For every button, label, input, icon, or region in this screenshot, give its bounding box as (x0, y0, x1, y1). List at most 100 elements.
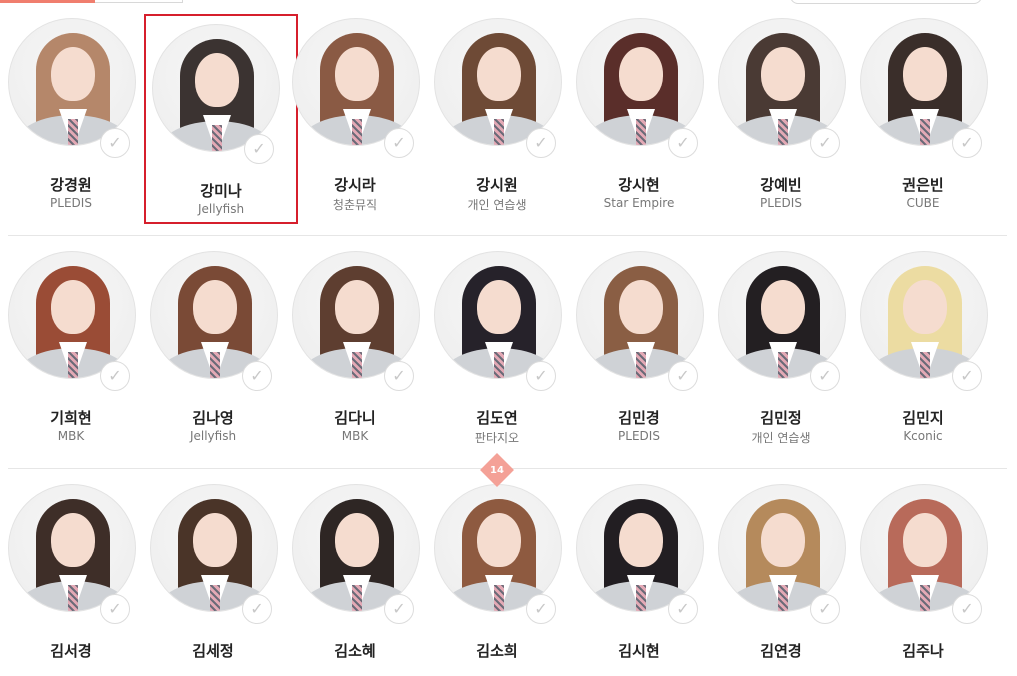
check-icon[interactable]: ✓ (100, 128, 130, 158)
trainee-card[interactable]: ✓ 김시현 (568, 466, 710, 676)
trainee-photo[interactable] (8, 18, 136, 146)
check-icon[interactable]: ✓ (526, 361, 556, 391)
trainee-card[interactable]: ✓ 강시라 청춘뮤직 (284, 0, 426, 212)
trainee-photo[interactable] (292, 251, 420, 379)
trainee-card[interactable]: ✓ 김다니 MBK (284, 233, 426, 443)
trainee-photo[interactable] (718, 484, 846, 612)
trainee-name: 김민지 (902, 409, 944, 427)
check-icon[interactable]: ✓ (100, 361, 130, 391)
check-icon[interactable]: ✓ (952, 128, 982, 158)
trainee-photo[interactable] (718, 251, 846, 379)
check-icon[interactable]: ✓ (668, 128, 698, 158)
trainee-face (903, 280, 947, 334)
trainee-photo[interactable] (292, 18, 420, 146)
trainee-face (619, 47, 663, 101)
trainee-agency: Kconic (903, 429, 943, 443)
trainee-agency: PLEDIS (618, 429, 660, 443)
trainee-card[interactable]: ✓ 김민경 PLEDIS (568, 233, 710, 443)
trainee-face (477, 47, 521, 101)
trainee-photo[interactable] (434, 484, 562, 612)
trainee-tie (636, 119, 646, 145)
trainee-photo[interactable] (150, 484, 278, 612)
check-icon[interactable]: ✓ (100, 594, 130, 624)
trainee-tie (68, 585, 78, 611)
trainee-name: 김도연 (476, 409, 518, 427)
trainee-photo[interactable] (860, 18, 988, 146)
trainee-face (761, 513, 805, 567)
check-icon[interactable]: ✓ (810, 361, 840, 391)
trainee-name: 강미나 (200, 182, 242, 200)
trainee-photo[interactable] (150, 251, 278, 379)
trainee-face (51, 47, 95, 101)
trainee-name: 김민경 (618, 409, 660, 427)
trainee-card[interactable]: ✓ 김서경 (0, 466, 142, 676)
trainee-card[interactable]: ✓ 강시원 개인 연습생 (426, 0, 568, 212)
trainee-face (619, 513, 663, 567)
trainee-name: 강시현 (618, 176, 660, 194)
trainee-card[interactable]: ✓ 김민지 Kconic (852, 233, 994, 443)
trainee-photo[interactable] (8, 251, 136, 379)
check-icon[interactable]: ✓ (952, 594, 982, 624)
trainee-photo[interactable] (8, 484, 136, 612)
trainee-card[interactable]: ✓ 김도연판타지오 (426, 233, 568, 445)
trainee-tie (210, 352, 220, 378)
trainee-face (903, 513, 947, 567)
check-icon[interactable]: ✓ (668, 361, 698, 391)
trainee-photo[interactable] (860, 484, 988, 612)
trainee-face (477, 513, 521, 567)
trainee-card[interactable]: ✓ 김소혜 (284, 466, 426, 676)
trainee-name: 김민정 (760, 409, 802, 427)
trainee-card[interactable]: ✓ 김소희 (426, 466, 568, 676)
check-icon[interactable]: ✓ (242, 594, 272, 624)
check-icon[interactable]: ✓ (384, 594, 414, 624)
check-icon[interactable]: ✓ (810, 128, 840, 158)
trainee-card[interactable]: ✓ 권은빈 CUBE (852, 0, 994, 210)
trainee-photo[interactable] (434, 251, 562, 379)
trainee-photo[interactable] (718, 18, 846, 146)
trainee-photo[interactable] (152, 24, 280, 152)
check-icon[interactable]: ✓ (810, 594, 840, 624)
trainee-tie (920, 585, 930, 611)
trainee-card[interactable]: ✓ 김나영 Jellyfish (142, 233, 284, 443)
trainee-card[interactable]: ✓ 강미나 Jellyfish (144, 14, 298, 224)
trainee-card[interactable]: ✓ 김민정개인 연습생 (710, 233, 852, 445)
trainee-face (619, 280, 663, 334)
check-icon[interactable]: ✓ (526, 594, 556, 624)
trainee-card[interactable]: ✓ 강경원 PLEDIS (0, 0, 142, 210)
trainee-card[interactable]: ✓ 김연경 (710, 466, 852, 676)
trainee-tie (352, 352, 362, 378)
check-icon[interactable]: ✓ (384, 128, 414, 158)
trainee-agency: Jellyfish (197, 202, 245, 216)
trainee-grid: ✓ 강경원 PLEDIS ✓ 강미나 Jellyfish ✓ 강시라 청춘뮤직 ✓ 강시원 개인 연습… (0, 0, 1017, 660)
trainee-tie (920, 352, 930, 378)
check-icon[interactable]: ✓ (384, 361, 414, 391)
check-icon[interactable]: ✓ (526, 128, 556, 158)
trainee-name: 기희현 (50, 409, 92, 427)
trainee-name: 김나영 (192, 409, 234, 427)
trainee-photo[interactable] (576, 18, 704, 146)
trainee-card[interactable]: ✓ 강시현 Star Empire (568, 0, 710, 210)
trainee-photo[interactable] (576, 484, 704, 612)
trainee-tie (778, 352, 788, 378)
trainee-photo[interactable] (434, 18, 562, 146)
trainee-face (477, 280, 521, 334)
trainee-tie (636, 585, 646, 611)
trainee-photo[interactable] (860, 251, 988, 379)
trainee-card[interactable]: ✓ 기희현 MBK (0, 233, 142, 443)
trainee-agency: MBK (341, 429, 369, 443)
check-icon[interactable]: ✓ (952, 361, 982, 391)
trainee-face (51, 280, 95, 334)
trainee-card[interactable]: ✓ 김주나 (852, 466, 994, 676)
trainee-card[interactable]: ✓ 김세정 (142, 466, 284, 676)
trainee-agency: 판타지오 (474, 431, 520, 445)
check-icon[interactable]: ✓ (668, 594, 698, 624)
trainee-agency: PLEDIS (760, 196, 802, 210)
trainee-card[interactable]: ✓ 강예빈 PLEDIS (710, 0, 852, 210)
check-icon[interactable]: ✓ (244, 134, 274, 164)
check-icon[interactable]: ✓ (242, 361, 272, 391)
trainee-photo[interactable] (292, 484, 420, 612)
trainee-agency: Jellyfish (189, 429, 237, 443)
row-divider (8, 235, 1007, 236)
trainee-photo[interactable] (576, 251, 704, 379)
trainee-agency: 개인 연습생 (751, 431, 811, 445)
